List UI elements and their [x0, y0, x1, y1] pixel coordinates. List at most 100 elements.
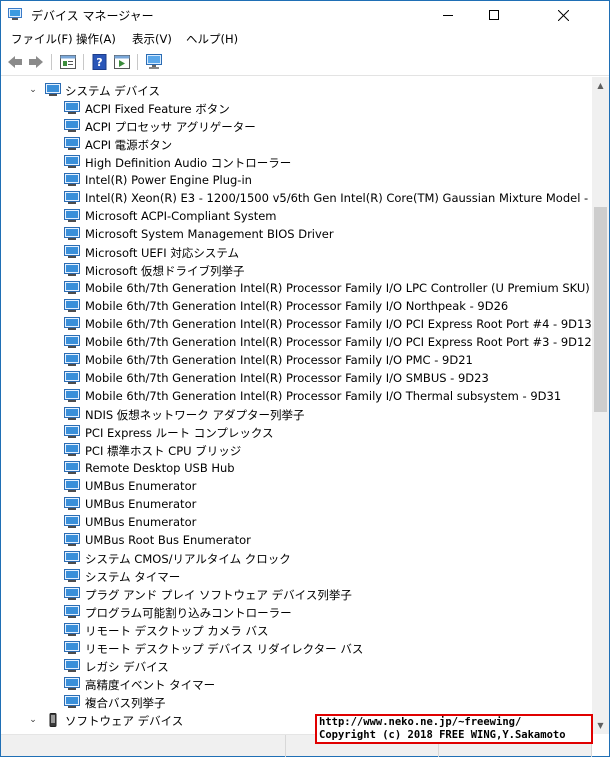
device-icon [64, 353, 80, 366]
tree-item-device[interactable]: Mobile 6th/7th Generation Intel(R) Proce… [1, 333, 592, 351]
device-icon [64, 641, 80, 654]
device-label: システム CMOS/リアルタイム クロック [85, 552, 291, 566]
run-icon [114, 55, 130, 69]
device-label: Mobile 6th/7th Generation Intel(R) Proce… [85, 353, 473, 367]
device-icon [64, 209, 80, 222]
device-icon [64, 623, 80, 636]
menu-help[interactable]: ヘルプ(H) [186, 31, 238, 47]
scan-hardware-button[interactable] [144, 53, 164, 71]
tree-item-device[interactable]: リモート デスクトップ デバイス リダイレクター バス [1, 639, 592, 657]
tree-item-device[interactable]: プログラム可能割り込みコントローラー [1, 603, 592, 621]
device-icon [64, 371, 80, 384]
forward-button[interactable] [26, 53, 46, 71]
tree-item-device[interactable]: Mobile 6th/7th Generation Intel(R) Proce… [1, 315, 592, 333]
menu-file[interactable]: ファイル(F) [11, 31, 73, 47]
tree-item-device[interactable]: レガシ デバイス [1, 657, 592, 675]
tree-item-device[interactable]: システム CMOS/リアルタイム クロック [1, 549, 592, 567]
device-label: Intel(R) Xeon(R) E3 - 1200/1500 v5/6th G… [85, 191, 592, 205]
minimize-button[interactable] [425, 1, 471, 29]
properties-button[interactable] [58, 53, 78, 71]
expander-chevron-icon[interactable]: ⌄ [28, 715, 38, 725]
tree-item-device[interactable]: 複合バス列挙子 [1, 693, 592, 711]
tree-item-device[interactable]: Mobile 6th/7th Generation Intel(R) Proce… [1, 369, 592, 387]
device-label: Mobile 6th/7th Generation Intel(R) Proce… [85, 281, 592, 295]
device-label: Microsoft 仮想ドライブ列挙子 [85, 264, 245, 278]
device-icon [64, 245, 80, 258]
device-label: リモート デスクトップ デバイス リダイレクター バス [85, 642, 364, 656]
device-icon [64, 137, 80, 150]
vertical-scrollbar[interactable]: ▲ ▼ [592, 77, 609, 734]
device-label: Microsoft ACPI-Compliant System [85, 209, 277, 223]
tree-item-device[interactable]: UMBus Enumerator [1, 477, 592, 495]
category-label: システム デバイス [65, 84, 160, 98]
tree-item-device[interactable]: ACPI プロセッサ アグリゲーター [1, 117, 592, 135]
device-label: Microsoft System Management BIOS Driver [85, 227, 334, 241]
tree-item-device[interactable]: PCI 標準ホスト CPU ブリッジ [1, 441, 592, 459]
device-icon [64, 101, 80, 114]
tree-item-device[interactable]: Microsoft System Management BIOS Driver [1, 225, 592, 243]
device-icon [64, 515, 80, 528]
tree-item-device[interactable]: リモート デスクトップ カメラ バス [1, 621, 592, 639]
tree-item-device[interactable]: Remote Desktop USB Hub [1, 459, 592, 477]
close-button[interactable] [517, 1, 609, 29]
tree-item-device[interactable]: ACPI 電源ボタン [1, 135, 592, 153]
device-label: 高精度イベント タイマー [85, 678, 216, 692]
tree-item-device[interactable]: ACPI Fixed Feature ボタン [1, 99, 592, 117]
device-label: プログラム可能割り込みコントローラー [85, 606, 292, 620]
device-icon [64, 173, 80, 186]
device-tree[interactable]: ⌄ システム デバイス ACPI Fixed Feature ボタン ACPI プロセ… [1, 77, 592, 734]
tree-item-device[interactable]: 高精度イベント タイマー [1, 675, 592, 693]
device-icon [64, 443, 80, 456]
tree-item-device[interactable]: UMBus Enumerator [1, 513, 592, 531]
svg-text:?: ? [96, 56, 102, 69]
copyright-watermark: http://www.neko.ne.jp/~freewing/ Copyrig… [315, 714, 593, 744]
tree-item-device[interactable]: Mobile 6th/7th Generation Intel(R) Proce… [1, 279, 592, 297]
scroll-up-icon[interactable]: ▲ [592, 77, 609, 94]
vertical-scroll-thumb[interactable] [594, 207, 607, 412]
tree-item-device[interactable]: UMBus Enumerator [1, 495, 592, 513]
watermark-url: http://www.neko.ne.jp/~freewing/ [319, 716, 522, 728]
device-icon [64, 569, 80, 582]
device-icon [64, 389, 80, 402]
tree-item-device[interactable]: High Definition Audio コントローラー [1, 153, 592, 171]
device-label: Mobile 6th/7th Generation Intel(R) Proce… [85, 335, 592, 349]
device-label: レガシ デバイス [85, 660, 169, 674]
toolbar-separator [137, 54, 138, 70]
tree-item-device[interactable]: NDIS 仮想ネットワーク アダプター列挙子 [1, 405, 592, 423]
tree-item-device[interactable]: Mobile 6th/7th Generation Intel(R) Proce… [1, 297, 592, 315]
tree-item-device[interactable]: システム タイマー [1, 567, 592, 585]
help-button[interactable]: ? [90, 53, 110, 71]
tree-item-device[interactable]: Intel(R) Power Engine Plug-in [1, 171, 592, 189]
run-button[interactable] [112, 53, 132, 71]
scroll-down-icon[interactable]: ▼ [592, 717, 609, 734]
tree-item-device[interactable]: Mobile 6th/7th Generation Intel(R) Proce… [1, 387, 592, 405]
back-button[interactable] [5, 53, 25, 71]
back-arrow-icon [8, 56, 22, 68]
expander-chevron-icon[interactable]: ⌄ [28, 85, 38, 95]
device-icon [64, 677, 80, 690]
device-icon [64, 659, 80, 672]
device-manager-window: デバイス マネージャー ファイル(F) 操作(A) 表示(V) ヘルプ(H) ? [0, 0, 610, 757]
tree-item-device[interactable]: Mobile 6th/7th Generation Intel(R) Proce… [1, 351, 592, 369]
tree-item-device[interactable]: UMBus Root Bus Enumerator [1, 531, 592, 549]
tree-item-device[interactable]: Microsoft UEFI 対応システム [1, 243, 592, 261]
device-label: PCI Express ルート コンプレックス [85, 426, 274, 440]
maximize-button[interactable] [471, 1, 517, 29]
tree-item-device[interactable]: PCI Express ルート コンプレックス [1, 423, 592, 441]
tree-item-device[interactable]: Microsoft 仮想ドライブ列挙子 [1, 261, 592, 279]
tree-item-device[interactable]: Microsoft ACPI-Compliant System [1, 207, 592, 225]
menu-action[interactable]: 操作(A) [76, 31, 116, 47]
title-bar[interactable]: デバイス マネージャー [1, 1, 609, 29]
toolbar: ? [1, 49, 609, 76]
device-icon [64, 605, 80, 618]
device-icon [64, 227, 80, 240]
menu-view[interactable]: 表示(V) [132, 31, 172, 47]
menu-bar: ファイル(F) 操作(A) 表示(V) ヘルプ(H) [1, 29, 609, 49]
device-label: Mobile 6th/7th Generation Intel(R) Proce… [85, 317, 592, 331]
tree-category-system-devices[interactable]: ⌄ システム デバイス [1, 81, 592, 99]
tree-item-device[interactable]: プラグ アンド プレイ ソフトウェア デバイス列挙子 [1, 585, 592, 603]
device-icon [64, 461, 80, 474]
device-label: Mobile 6th/7th Generation Intel(R) Proce… [85, 389, 562, 403]
device-label: UMBus Root Bus Enumerator [85, 533, 251, 547]
tree-item-device[interactable]: Intel(R) Xeon(R) E3 - 1200/1500 v5/6th G… [1, 189, 592, 207]
